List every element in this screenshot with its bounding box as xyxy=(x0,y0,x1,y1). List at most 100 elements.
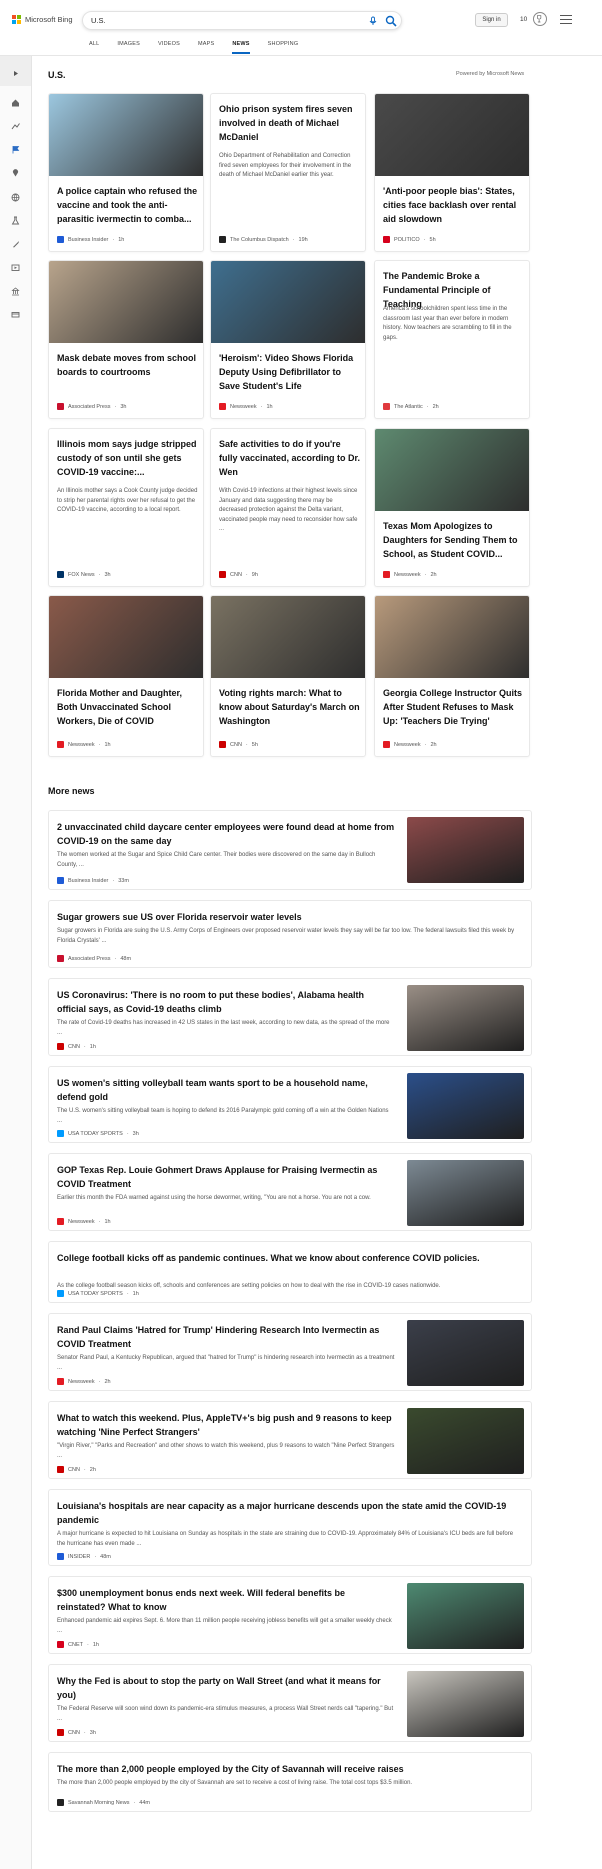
more-news-item[interactable]: 2 unvaccinated child daycare center empl… xyxy=(48,810,532,890)
sports-icon[interactable] xyxy=(11,287,20,296)
more-news-source[interactable]: CNN · 1h xyxy=(57,1043,96,1050)
news-card-title[interactable]: Mask debate moves from school boards to … xyxy=(57,351,199,379)
news-card-title[interactable]: Ohio prison system fires seven involved … xyxy=(219,102,361,144)
news-card[interactable]: Mask debate moves from school boards to … xyxy=(48,260,204,419)
more-news-item[interactable]: US women's sitting volleyball team wants… xyxy=(48,1066,532,1143)
expand-icon[interactable] xyxy=(11,69,20,78)
more-news-title[interactable]: US women's sitting volleyball team wants… xyxy=(57,1076,395,1104)
more-news-thumbnail[interactable] xyxy=(407,1160,524,1226)
search-box[interactable]: U.S. xyxy=(82,11,402,30)
flag-icon[interactable] xyxy=(11,145,20,154)
rewards-points[interactable]: 10 xyxy=(520,16,527,23)
search-input[interactable]: U.S. xyxy=(91,16,106,25)
news-card-source[interactable]: FOX News · 3h xyxy=(57,571,111,578)
entertainment-icon[interactable] xyxy=(11,263,20,272)
bing-logo[interactable]: Microsoft Bing xyxy=(12,15,73,24)
news-card[interactable]: The Pandemic Broke a Fundamental Princip… xyxy=(374,260,530,419)
news-card-image[interactable] xyxy=(211,596,365,678)
news-card[interactable]: A police captain who refused the vaccine… xyxy=(48,93,204,252)
more-news-thumbnail[interactable] xyxy=(407,1671,524,1737)
news-card-source[interactable]: Associated Press · 3h xyxy=(57,403,126,410)
trending-icon[interactable] xyxy=(11,122,20,131)
news-card-title[interactable]: Texas Mom Apologizes to Daughters for Se… xyxy=(383,519,525,561)
more-news-item[interactable]: GOP Texas Rep. Louie Gohmert Draws Appla… xyxy=(48,1153,532,1231)
more-news-source[interactable]: CNET · 1h xyxy=(57,1641,99,1648)
more-news-title[interactable]: GOP Texas Rep. Louie Gohmert Draws Appla… xyxy=(57,1163,395,1191)
home-icon[interactable] xyxy=(11,98,20,107)
news-card[interactable]: Illinois mom says judge stripped custody… xyxy=(48,428,204,587)
more-news-thumbnail[interactable] xyxy=(407,1320,524,1386)
science-icon[interactable] xyxy=(11,216,20,225)
tab-videos[interactable]: VIDEOS xyxy=(158,41,180,54)
tab-images[interactable]: IMAGES xyxy=(117,41,140,54)
news-card-image[interactable] xyxy=(375,596,529,678)
news-card-source[interactable]: CNN · 9h xyxy=(219,571,258,578)
news-card-image[interactable] xyxy=(49,261,203,343)
news-card-title[interactable]: Illinois mom says judge stripped custody… xyxy=(57,437,199,479)
menu-icon[interactable] xyxy=(560,15,572,24)
news-card[interactable]: 'Anti-poor people bias': States, cities … xyxy=(374,93,530,252)
search-icon[interactable] xyxy=(385,15,397,27)
more-news-title[interactable]: Rand Paul Claims 'Hatred for Trump' Hind… xyxy=(57,1323,395,1351)
news-card-image[interactable] xyxy=(375,429,529,511)
news-card-title[interactable]: 'Anti-poor people bias': States, cities … xyxy=(383,184,525,226)
news-card-source[interactable]: Newsweek · 2h xyxy=(383,571,437,578)
more-news-title[interactable]: US Coronavirus: 'There is no room to put… xyxy=(57,988,395,1016)
more-news-item[interactable]: Louisiana's hospitals are near capacity … xyxy=(48,1489,532,1566)
news-card[interactable]: Georgia College Instructor Quits After S… xyxy=(374,595,530,757)
more-news-item[interactable]: What to watch this weekend. Plus, AppleT… xyxy=(48,1401,532,1479)
more-news-item[interactable]: US Coronavirus: 'There is no room to put… xyxy=(48,978,532,1056)
more-news-source[interactable]: INSIDER · 48m xyxy=(57,1553,111,1560)
news-card-source[interactable]: The Atlantic · 2h xyxy=(383,403,439,410)
more-news-source[interactable]: Savannah Morning News · 44m xyxy=(57,1799,150,1806)
news-card-image[interactable] xyxy=(211,261,365,343)
more-news-source[interactable]: CNN · 3h xyxy=(57,1729,96,1736)
more-news-title[interactable]: $300 unemployment bonus ends next week. … xyxy=(57,1586,395,1614)
more-news-item[interactable]: Why the Fed is about to stop the party o… xyxy=(48,1664,532,1742)
news-card-image[interactable] xyxy=(49,94,203,176)
more-news-thumbnail[interactable] xyxy=(407,817,524,883)
news-card-title[interactable]: Safe activities to do if you're fully va… xyxy=(219,437,361,479)
more-news-thumbnail[interactable] xyxy=(407,1408,524,1474)
more-news-title[interactable]: Louisiana's hospitals are near capacity … xyxy=(57,1499,523,1527)
news-card-source[interactable]: POLITICO · 5h xyxy=(383,236,436,243)
tab-news[interactable]: NEWS xyxy=(232,41,250,54)
rewards-trophy-icon[interactable] xyxy=(533,12,547,26)
tab-maps[interactable]: MAPS xyxy=(198,41,214,54)
news-card-image[interactable] xyxy=(49,596,203,678)
money-icon[interactable] xyxy=(11,310,20,319)
more-news-source[interactable]: CNN · 2h xyxy=(57,1466,96,1473)
more-news-source[interactable]: USA TODAY SPORTS · 3h xyxy=(57,1130,139,1137)
news-card-source[interactable]: The Columbus Dispatch · 19h xyxy=(219,236,308,243)
news-card-source[interactable]: CNN · 5h xyxy=(219,741,258,748)
more-news-item[interactable]: $300 unemployment bonus ends next week. … xyxy=(48,1576,532,1654)
more-news-item[interactable]: Sugar growers sue US over Florida reserv… xyxy=(48,900,532,968)
news-card-image[interactable] xyxy=(375,94,529,176)
news-card-title[interactable]: Voting rights march: What to know about … xyxy=(219,686,361,728)
more-news-thumbnail[interactable] xyxy=(407,1583,524,1649)
news-card[interactable]: Texas Mom Apologizes to Daughters for Se… xyxy=(374,428,530,587)
news-card-source[interactable]: Newsweek · 2h xyxy=(383,741,437,748)
more-news-title[interactable]: What to watch this weekend. Plus, AppleT… xyxy=(57,1411,395,1439)
more-news-title[interactable]: Why the Fed is about to stop the party o… xyxy=(57,1674,395,1702)
more-news-source[interactable]: USA TODAY SPORTS · 1h xyxy=(57,1290,139,1297)
news-card[interactable]: Ohio prison system fires seven involved … xyxy=(210,93,366,252)
rocket-icon[interactable] xyxy=(11,240,20,249)
news-card-title[interactable]: Georgia College Instructor Quits After S… xyxy=(383,686,525,728)
news-card-source[interactable]: Newsweek · 1h xyxy=(219,403,273,410)
more-news-thumbnail[interactable] xyxy=(407,985,524,1051)
more-news-source[interactable]: Newsweek · 2h xyxy=(57,1378,111,1385)
more-news-title[interactable]: College football kicks off as pandemic c… xyxy=(57,1251,523,1265)
news-card-title[interactable]: Florida Mother and Daughter, Both Unvacc… xyxy=(57,686,199,728)
more-news-item[interactable]: Rand Paul Claims 'Hatred for Trump' Hind… xyxy=(48,1313,532,1391)
tab-shopping[interactable]: SHOPPING xyxy=(268,41,299,54)
news-card-title[interactable]: A police captain who refused the vaccine… xyxy=(57,184,199,226)
sign-in-button[interactable]: Sign in xyxy=(475,13,508,27)
more-news-thumbnail[interactable] xyxy=(407,1073,524,1139)
news-card[interactable]: Florida Mother and Daughter, Both Unvacc… xyxy=(48,595,204,757)
location-icon[interactable] xyxy=(11,168,20,177)
more-news-source[interactable]: Associated Press · 48m xyxy=(57,955,131,962)
more-news-source[interactable]: Business Insider · 33m xyxy=(57,877,129,884)
news-card-source[interactable]: Business Insider · 1h xyxy=(57,236,124,243)
news-card[interactable]: 'Heroism': Video Shows Florida Deputy Us… xyxy=(210,260,366,419)
